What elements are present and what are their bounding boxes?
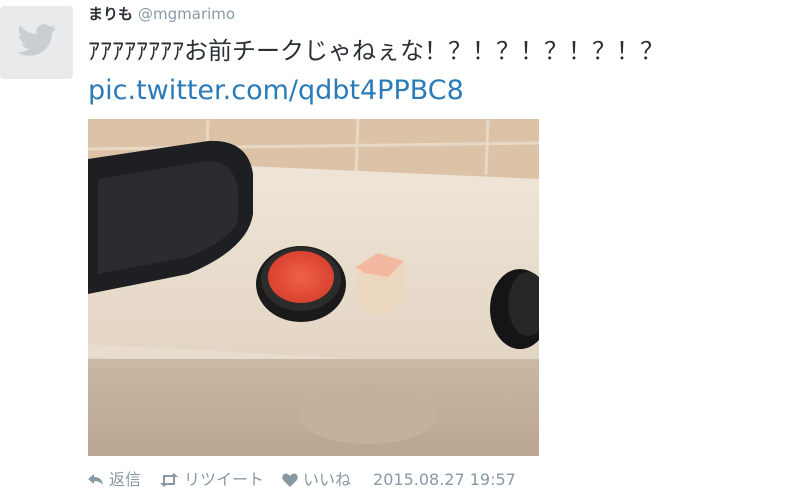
retweet-label: リツイート (184, 470, 265, 489)
reply-icon (88, 474, 103, 485)
like-button[interactable]: いいね (282, 469, 351, 491)
retweet-icon (160, 473, 179, 487)
heart-icon (282, 473, 298, 487)
user-handle[interactable]: @mgmarimo (138, 5, 235, 23)
retweet-button[interactable]: リツイート (159, 469, 264, 491)
display-name[interactable]: まりも (88, 5, 133, 23)
twitter-bird-icon (16, 24, 57, 61)
tweet-actions: 返信 リツイート いいね 2015.08.27 19:57 (88, 469, 516, 491)
avatar[interactable] (0, 6, 73, 79)
reply-button[interactable]: 返信 (88, 469, 141, 491)
tweet-media-link[interactable]: pic.twitter.com/qdbt4PPBC8 (88, 73, 464, 109)
reply-label: 返信 (109, 470, 142, 489)
tweet-text: ｱｱｱｱｱｱｱｱお前チークじゃねぇな！？！？！？！？！？ (88, 37, 664, 65)
like-label: いいね (303, 470, 352, 489)
tweet-timestamp[interactable]: 2015.08.27 19:57 (373, 469, 516, 491)
tweet-photo[interactable] (88, 119, 539, 456)
tweet-header: まりも @mgmarimo (88, 5, 235, 23)
